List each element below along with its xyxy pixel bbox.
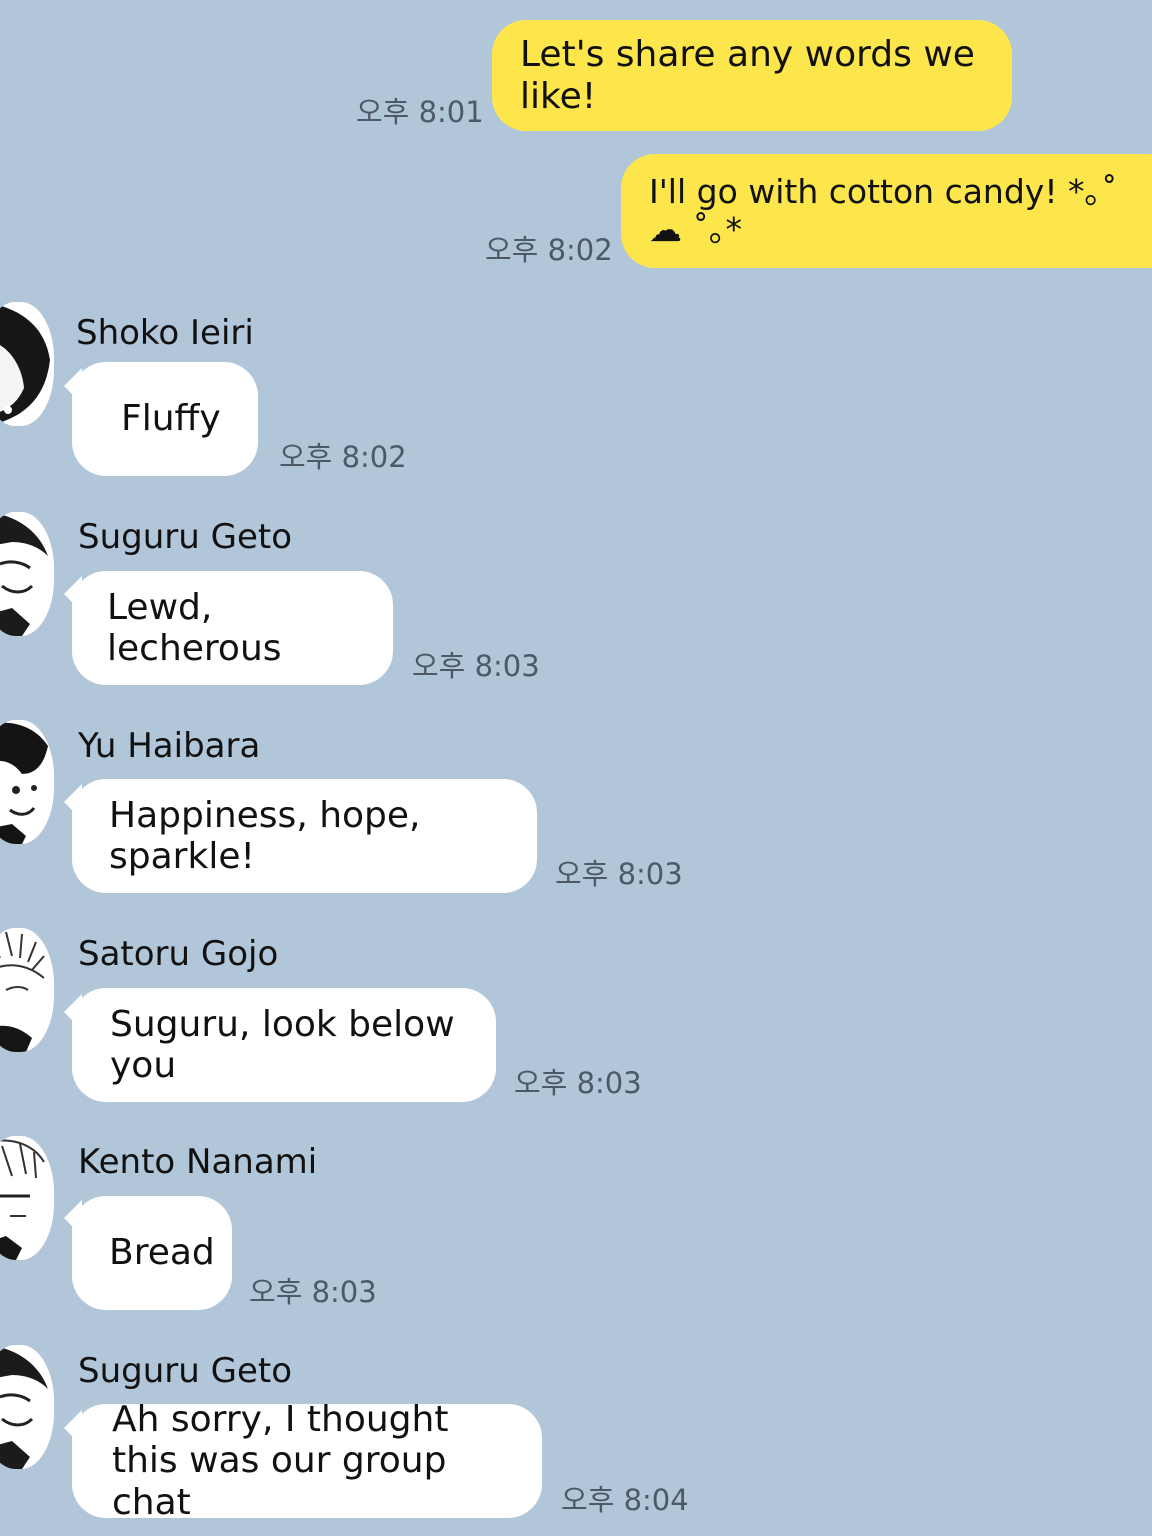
message-timestamp: 오후 8:01 (356, 95, 484, 129)
avatar-icon (0, 1136, 54, 1260)
avatar[interactable] (0, 720, 54, 844)
their-message-bubble[interactable]: Ah sorry, I thought this was our group c… (72, 1399, 542, 1523)
message-timestamp: 오후 8:03 (555, 857, 683, 891)
their-message-bubble[interactable]: Suguru, look below you (72, 988, 496, 1102)
message-timestamp: 오후 8:03 (412, 649, 540, 683)
avatar[interactable] (0, 1345, 54, 1469)
sender-name: Suguru Geto (78, 1351, 292, 1391)
sender-name: Yu Haibara (78, 726, 261, 766)
message-text: Suguru, look below you (110, 1003, 455, 1086)
message-timestamp: 오후 8:02 (485, 233, 613, 267)
message-text: Let's share any words we like! (520, 34, 975, 117)
message-text: Bread (109, 1232, 215, 1274)
message-timestamp: 오후 8:03 (514, 1066, 642, 1100)
message-text: Lewd, lecherous (107, 586, 282, 669)
chat-screen: { "colors": { "background": "#b2c6da", "… (0, 0, 1152, 1536)
message-text: Ah sorry, I thought this was our group c… (112, 1398, 449, 1523)
message-timestamp: 오후 8:02 (279, 440, 407, 474)
sender-name: Shoko Ieiri (76, 313, 254, 353)
avatar[interactable] (0, 512, 54, 636)
message-text: Fluffy (121, 398, 221, 440)
their-message-bubble[interactable]: Lewd, lecherous (72, 571, 393, 685)
avatar-icon (0, 928, 54, 1052)
chat-thread: 오후 8:01 Let's share any words we like! 오… (0, 0, 1152, 1536)
their-message-bubble[interactable]: Happiness, hope, sparkle! (72, 779, 537, 893)
my-message-bubble[interactable]: Let's share any words we like! (492, 20, 1012, 131)
sender-name: Satoru Gojo (78, 934, 279, 974)
avatar-icon (0, 720, 54, 844)
sender-name: Kento Nanami (78, 1142, 318, 1182)
avatar[interactable] (0, 302, 54, 426)
their-message-bubble[interactable]: Fluffy (72, 362, 258, 476)
avatar-icon (0, 1345, 54, 1469)
avatar-icon (0, 512, 54, 636)
message-timestamp: 오후 8:04 (561, 1483, 689, 1517)
sender-name: Suguru Geto (78, 517, 292, 557)
my-message-bubble[interactable]: I'll go with cotton candy! *｡˚ ☁ ˚｡* (621, 154, 1152, 268)
avatar[interactable] (0, 928, 54, 1052)
avatar[interactable] (0, 1136, 54, 1260)
message-text: Happiness, hope, sparkle! (109, 794, 421, 877)
avatar-icon (0, 302, 54, 426)
message-timestamp: 오후 8:03 (249, 1275, 377, 1309)
message-text: I'll go with cotton candy! *｡˚ ☁ ˚｡* (649, 172, 1118, 249)
their-message-bubble[interactable]: Bread (72, 1196, 232, 1310)
